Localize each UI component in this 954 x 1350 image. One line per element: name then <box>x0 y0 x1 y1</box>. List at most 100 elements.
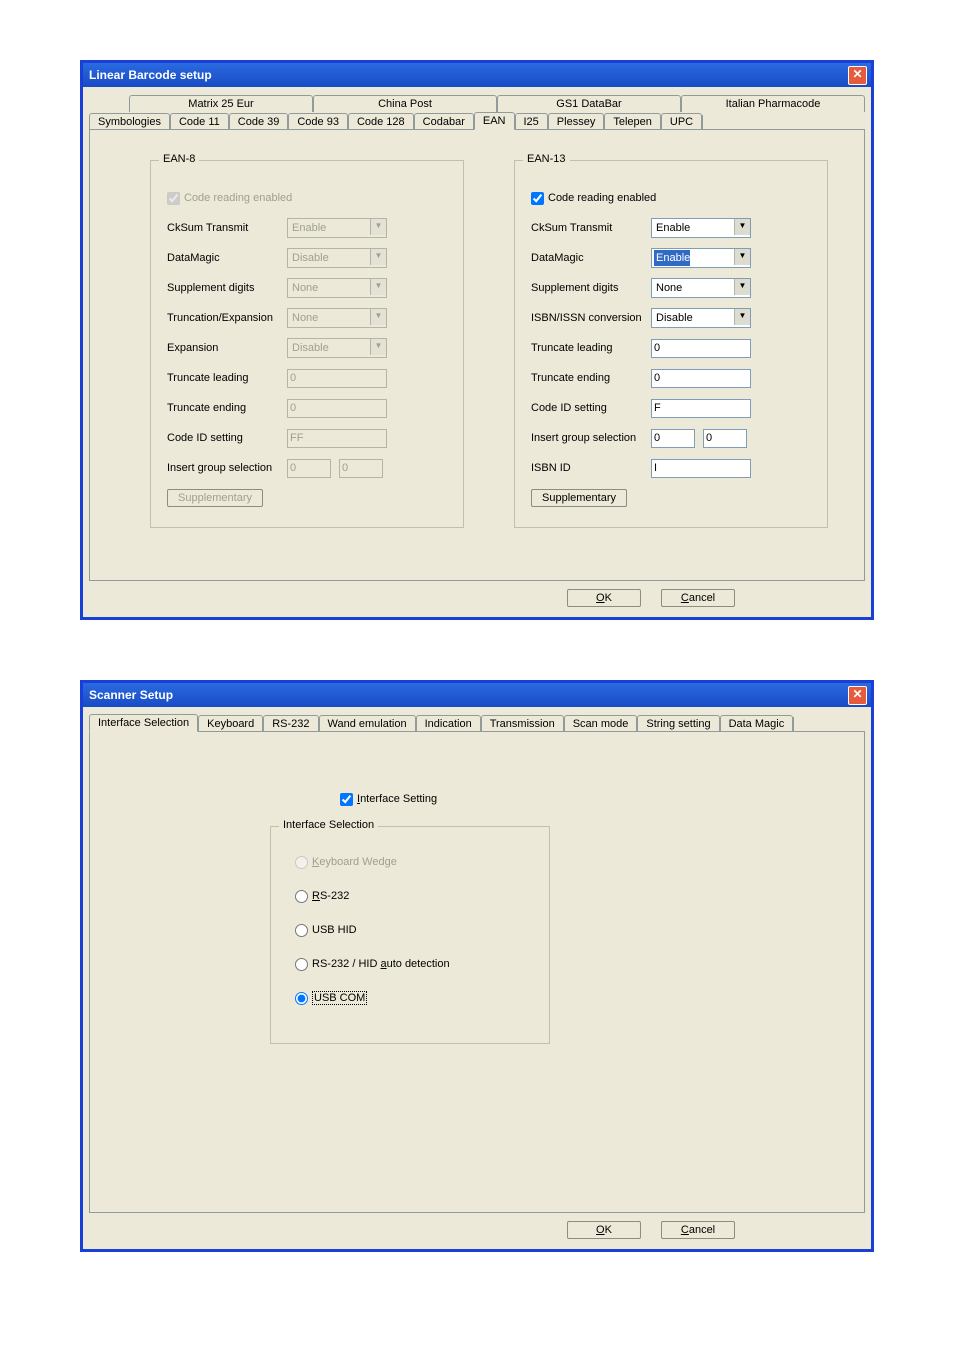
field-label: CkSum Transmit <box>531 222 651 234</box>
supplementary-row: Supplementary <box>531 485 811 511</box>
tab-wand-emulation[interactable]: Wand emulation <box>319 715 416 732</box>
titlebar: Linear Barcode setup ✕ <box>83 63 871 87</box>
ok-button[interactable]: OK <box>567 589 641 607</box>
client-area: Matrix 25 EurChina PostGS1 DataBarItalia… <box>83 87 871 617</box>
client-area: Interface SelectionKeyboardRS-232Wand em… <box>83 707 871 1249</box>
input-insert-group-selection-2[interactable] <box>703 429 747 448</box>
field-row: Truncate ending <box>167 395 447 421</box>
ok-button[interactable]: OK <box>567 1221 641 1239</box>
tab-rs-232[interactable]: RS-232 <box>263 715 318 732</box>
code-reading-checkbox <box>167 192 180 205</box>
cancel-button[interactable]: Cancel <box>661 589 735 607</box>
radio-usb-com[interactable] <box>295 992 308 1005</box>
input-truncate-ending <box>287 399 387 418</box>
tab-telepen[interactable]: Telepen <box>604 113 661 130</box>
supplementary-button: Supplementary <box>167 489 263 507</box>
tab-indication[interactable]: Indication <box>416 715 481 732</box>
chevron-down-icon: ▼ <box>370 309 386 325</box>
code-reading-label: Code reading enabled <box>548 192 656 204</box>
close-icon[interactable]: ✕ <box>848 66 867 85</box>
window-title: Linear Barcode setup <box>89 68 212 82</box>
field-label: Code ID setting <box>531 402 651 414</box>
field-row: CkSum TransmitEnable▼ <box>167 215 447 241</box>
ean13-fields: CkSum TransmitEnable▼DataMagicEnable▼Sup… <box>531 215 811 481</box>
input-truncate-leading[interactable] <box>651 339 751 358</box>
code-reading-label: Code reading enabled <box>184 192 292 204</box>
combo-cksum-transmit[interactable]: Enable▼ <box>651 218 751 238</box>
chevron-down-icon: ▼ <box>734 219 750 235</box>
tab-gs1-databar[interactable]: GS1 DataBar <box>497 95 681 112</box>
tab-symbologies[interactable]: Symbologies <box>89 113 170 130</box>
tab-i25[interactable]: I25 <box>515 113 548 130</box>
combo-isbn-issn-conversion[interactable]: Disable▼ <box>651 308 751 328</box>
field-label: Supplement digits <box>531 282 651 294</box>
tab-code-11[interactable]: Code 11 <box>170 113 229 130</box>
tab-row-1: Matrix 25 EurChina PostGS1 DataBarItalia… <box>89 93 865 111</box>
field-label: Code ID setting <box>167 432 287 444</box>
field-row: Truncate leading <box>167 365 447 391</box>
combo-truncation-expansion: None▼ <box>287 308 387 328</box>
tab-code-39[interactable]: Code 39 <box>229 113 289 130</box>
cancel-button[interactable]: Cancel <box>661 1221 735 1239</box>
tab-plessey[interactable]: Plessey <box>548 113 605 130</box>
tab-upc[interactable]: UPC <box>661 113 702 130</box>
dialog-buttons: OK Cancel <box>89 589 865 607</box>
combo-datamagic: Disable▼ <box>287 248 387 268</box>
combo-supplement-digits[interactable]: None▼ <box>651 278 751 298</box>
chevron-down-icon: ▼ <box>734 309 750 325</box>
tab-interface-selection[interactable]: Interface Selection <box>89 714 198 732</box>
tab-code-93[interactable]: Code 93 <box>288 113 348 130</box>
interface-setting-checkbox[interactable] <box>340 793 353 806</box>
close-icon[interactable]: ✕ <box>848 686 867 705</box>
field-label: Supplement digits <box>167 282 287 294</box>
field-row: Truncation/ExpansionNone▼ <box>167 305 447 331</box>
input-isbn-id[interactable] <box>651 459 751 478</box>
radio-row: RS-232 / HID auto detection <box>295 947 535 981</box>
tab-matrix-25-eur[interactable]: Matrix 25 Eur <box>129 95 313 112</box>
field-label: ISBN ID <box>531 462 651 474</box>
tabs: Matrix 25 EurChina PostGS1 DataBarItalia… <box>89 93 865 129</box>
tab-code-128[interactable]: Code 128 <box>348 113 414 130</box>
field-label: Truncate leading <box>167 372 287 384</box>
radio-row: USB HID <box>295 913 535 947</box>
groupbox-legend: EAN-13 <box>523 153 570 165</box>
supplementary-button[interactable]: Supplementary <box>531 489 627 507</box>
combo-expansion: Disable▼ <box>287 338 387 358</box>
radio-rs-232[interactable] <box>295 890 308 903</box>
tab-string-setting[interactable]: String setting <box>637 715 719 732</box>
tab-keyboard[interactable]: Keyboard <box>198 715 263 732</box>
tab-codabar[interactable]: Codabar <box>414 113 474 130</box>
tab-italian-pharmacode[interactable]: Italian Pharmacode <box>681 95 865 112</box>
tab-ean[interactable]: EAN <box>474 112 515 130</box>
ean8-fields: CkSum TransmitEnable▼DataMagicDisable▼Su… <box>167 215 447 481</box>
field-label: ISBN/ISSN conversion <box>531 312 651 324</box>
combo-datamagic[interactable]: Enable▼ <box>651 248 751 268</box>
field-row: DataMagicEnable▼ <box>531 245 811 271</box>
radio-rs-232-hid-auto-detection[interactable] <box>295 958 308 971</box>
groupbox-ean8: EAN-8 Code reading enabled CkSum Transmi… <box>150 160 464 528</box>
input-insert-group-selection-2 <box>339 459 383 478</box>
radio-label: USB HID <box>312 924 357 936</box>
tab-transmission[interactable]: Transmission <box>481 715 564 732</box>
input-code-id-setting <box>287 429 387 448</box>
tab-page-ean: EAN-8 Code reading enabled CkSum Transmi… <box>89 129 865 581</box>
supplementary-row: Supplementary <box>167 485 447 511</box>
radio-label: Keyboard Wedge <box>312 856 397 868</box>
page: Linear Barcode setup ✕ Matrix 25 EurChin… <box>0 0 954 1252</box>
tab-china-post[interactable]: China Post <box>313 95 497 112</box>
field-row: DataMagicDisable▼ <box>167 245 447 271</box>
tab-data-magic[interactable]: Data Magic <box>720 715 794 732</box>
field-label: CkSum Transmit <box>167 222 287 234</box>
input-insert-group-selection-1[interactable] <box>651 429 695 448</box>
code-reading-row: Code reading enabled <box>531 185 811 211</box>
field-row: Code ID setting <box>167 425 447 451</box>
titlebar: Scanner Setup ✕ <box>83 683 871 707</box>
input-code-id-setting[interactable] <box>651 399 751 418</box>
code-reading-checkbox[interactable] <box>531 192 544 205</box>
tab-scan-mode[interactable]: Scan mode <box>564 715 638 732</box>
columns: EAN-8 Code reading enabled CkSum Transmi… <box>150 160 844 528</box>
field-label: DataMagic <box>167 252 287 264</box>
field-row: Supplement digitsNone▼ <box>167 275 447 301</box>
input-truncate-ending[interactable] <box>651 369 751 388</box>
radio-usb-hid[interactable] <box>295 924 308 937</box>
